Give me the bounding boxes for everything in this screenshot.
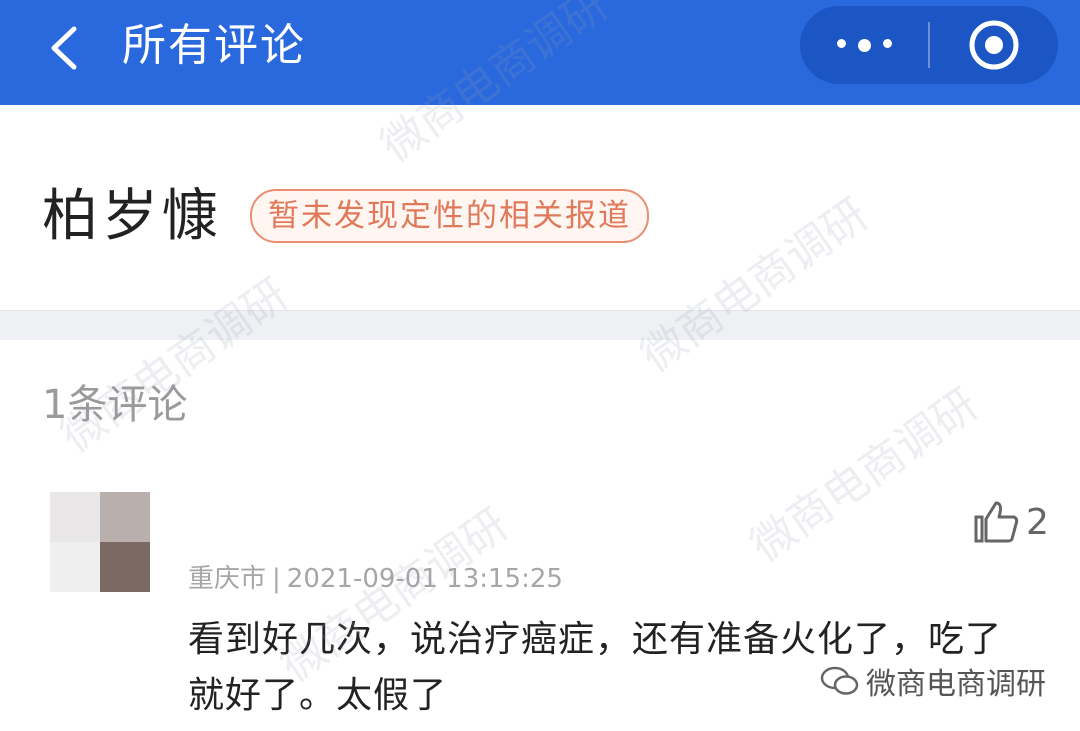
page-title: 所有评论 bbox=[122, 20, 306, 71]
wechat-icon bbox=[820, 666, 859, 695]
watermark-badge: 微商电商调研 bbox=[820, 659, 1046, 703]
watermark-badge-text: 微商电商调研 bbox=[866, 667, 1046, 702]
comment-location: 重庆市 bbox=[188, 564, 267, 594]
target-close-icon bbox=[969, 20, 1019, 70]
close-button[interactable] bbox=[930, 6, 1058, 84]
thumbs-up-icon bbox=[974, 501, 1019, 543]
like-count: 2 bbox=[1026, 501, 1049, 543]
comment-meta: 重庆市 | 2021-09-01 13:15:25 bbox=[188, 562, 563, 596]
chevron-left-icon bbox=[51, 26, 77, 70]
app-header: 所有评论 bbox=[0, 0, 1080, 105]
miniapp-capsule bbox=[800, 6, 1058, 84]
avatar[interactable] bbox=[50, 492, 150, 592]
meta-separator: | bbox=[272, 564, 281, 594]
more-button[interactable] bbox=[800, 6, 928, 84]
section-divider bbox=[0, 310, 1080, 341]
more-dots-icon bbox=[831, 38, 898, 52]
entity-name: 柏岁慷 bbox=[42, 184, 222, 249]
comment-count: 1条评论 bbox=[42, 382, 188, 428]
back-button[interactable] bbox=[38, 18, 88, 78]
entity-section: 柏岁慷 暂未发现定性的相关报道 bbox=[0, 105, 1080, 310]
like-button[interactable]: 2 bbox=[972, 494, 1049, 550]
status-badge: 暂未发现定性的相关报道 bbox=[250, 189, 649, 243]
comment-timestamp: 2021-09-01 13:15:25 bbox=[286, 564, 563, 594]
